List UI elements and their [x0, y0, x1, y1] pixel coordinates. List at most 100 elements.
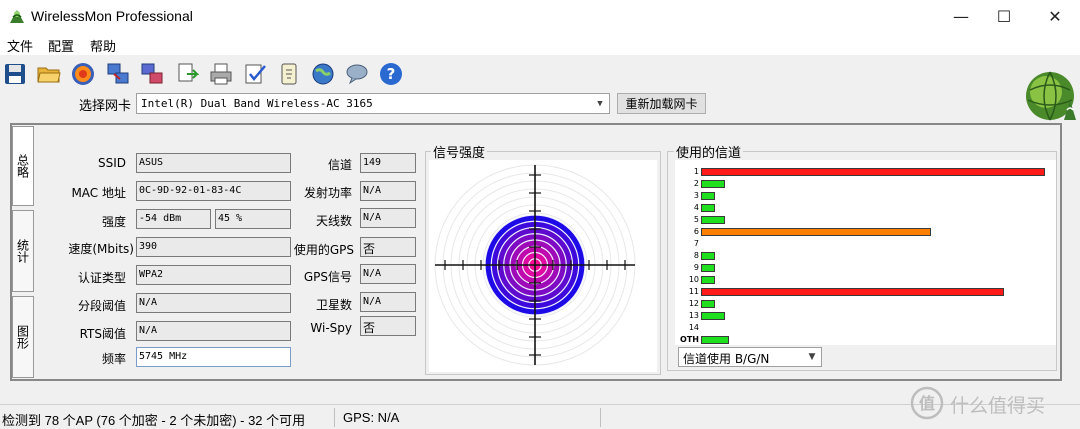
antenna-label: 天线数 [315, 214, 352, 228]
window-title: WirelessMon Professional [31, 8, 193, 24]
nic-select-value: Intel(R) Dual Band Wireless-AC 3165 [141, 97, 373, 110]
toolbar: ? [0, 58, 420, 92]
help-button[interactable]: ? [378, 61, 404, 87]
watermark: 值 什么值得买 [910, 385, 1080, 421]
channel-label: 14 [688, 323, 699, 332]
channel-row: 13 [675, 310, 1056, 322]
channel-row: 2 [675, 178, 1056, 190]
vertical-tabs: 总略 统计 图形 [12, 126, 34, 378]
signal-title: 信号强度 [431, 142, 488, 161]
wirelessmon-logo-icon [1026, 71, 1076, 121]
channel-row: 11 [675, 286, 1056, 298]
frag-field: N/A [136, 293, 291, 313]
close-button[interactable]: ✕ [1032, 0, 1078, 33]
tab-summary[interactable]: 总略 [12, 126, 34, 206]
satellite-field: N/A [360, 292, 416, 312]
globe-button[interactable] [310, 61, 336, 87]
channel-label: 10 [688, 275, 699, 284]
device-button[interactable] [276, 61, 302, 87]
channel-label: 9 [693, 263, 699, 272]
chevron-down-icon: ▼ [597, 98, 603, 109]
satellite-label: 卫星数 [315, 298, 352, 312]
strength-dbm-field: -54 dBm [136, 209, 211, 229]
reload-nic-button[interactable]: 重新加载网卡 [617, 93, 706, 114]
channel-row: 5 [675, 214, 1056, 226]
record-icon [72, 63, 94, 85]
mac-label: MAC 地址 [71, 186, 126, 200]
channel-row: 3 [675, 190, 1056, 202]
menu-config[interactable]: 配置 [48, 36, 74, 55]
channel-bar [701, 228, 932, 236]
signal-radar [429, 160, 657, 372]
channel-label: 7 [693, 239, 699, 248]
channel-label: 5 [693, 215, 699, 224]
rts-label: RTS阈值 [79, 327, 126, 341]
speed-field: 390 [136, 237, 291, 257]
channel-row: 7 [675, 238, 1056, 250]
title-bar: WirelessMon Professional — ☐ ✕ [0, 0, 1080, 33]
channel-bar [701, 312, 726, 320]
channel-bar [701, 216, 726, 224]
minimize-button[interactable]: — [938, 0, 984, 33]
svg-text:?: ? [387, 65, 396, 83]
menu-help[interactable]: 帮助 [90, 36, 116, 55]
status-gps: GPS: N/A [343, 410, 400, 425]
signal-crosshair [435, 165, 635, 365]
channel-mode-select[interactable]: 信道使用 B/G/N ▼ [678, 347, 822, 367]
gps-used-label: 使用的GPS [293, 243, 354, 257]
minimize-icon: — [953, 7, 969, 26]
network-icon [107, 63, 129, 84]
mac-field: 0C-9D-92-01-83-4C [136, 181, 291, 201]
check-icon [245, 64, 266, 84]
channel-label: 6 [693, 227, 699, 236]
channel-label: 12 [688, 299, 699, 308]
status-ap-summary: 检测到 78 个AP (76 个加密 - 2 个未加密) - 32 个可用 [2, 413, 306, 428]
txpower-field: N/A [360, 181, 416, 201]
channel-bar [701, 180, 726, 188]
close-icon: ✕ [1048, 7, 1062, 26]
print-button[interactable] [208, 61, 234, 87]
ssid-field: ASUS [136, 153, 291, 173]
channel-label: 13 [688, 311, 699, 320]
frag-label: 分段阈值 [77, 299, 126, 313]
check-button[interactable] [242, 61, 268, 87]
ssid-label: SSID [97, 156, 126, 170]
channel-bar [701, 168, 1045, 176]
menu-file[interactable]: 文件 [7, 36, 33, 55]
nic-select[interactable]: Intel(R) Dual Band Wireless-AC 3165 ▼ [136, 93, 610, 114]
chat-button[interactable] [344, 61, 370, 87]
device-icon [281, 63, 297, 85]
channel-label: 4 [693, 203, 699, 212]
freq-label: 频率 [101, 352, 126, 366]
export-button[interactable] [174, 61, 200, 87]
channel-chart: 1 2 3 4 5 6 7 8 9 10 11 12 13 14 OTH [675, 160, 1056, 345]
channel-mode-value: 信道使用 B/G/N [683, 352, 770, 366]
channel-row: 1 [675, 166, 1056, 178]
status-separator [600, 408, 601, 427]
maximize-icon: ☐ [996, 7, 1012, 26]
maximize-button[interactable]: ☐ [981, 0, 1027, 33]
gps-signal-label: GPS信号 [303, 270, 352, 284]
channel-label: 2 [693, 179, 699, 188]
channel-bar [701, 336, 729, 344]
network-button[interactable] [105, 61, 131, 87]
channel-row: OTH [675, 334, 1056, 346]
save-button[interactable] [2, 61, 28, 87]
channel-title: 使用的信道 [674, 142, 744, 161]
tab-statistics[interactable]: 统计 [12, 210, 34, 292]
watermark-logo-icon: 值 [910, 386, 944, 420]
channel-label: 信道 [327, 158, 352, 172]
channel-field: 149 [360, 153, 416, 173]
channel-bar [701, 276, 715, 284]
speed-label: 速度(Mbits) [68, 242, 134, 256]
wispy-label: Wi-Spy [310, 321, 352, 335]
freq-field: 5745 MHz [136, 347, 291, 367]
channel-bar [701, 252, 715, 260]
channel-label: 11 [688, 287, 699, 296]
open-button[interactable] [36, 61, 62, 87]
channel-bar [701, 264, 715, 272]
tab-graph[interactable]: 图形 [12, 296, 34, 378]
channel-label: 3 [693, 191, 699, 200]
record-button[interactable] [70, 61, 96, 87]
map-button[interactable] [139, 61, 165, 87]
